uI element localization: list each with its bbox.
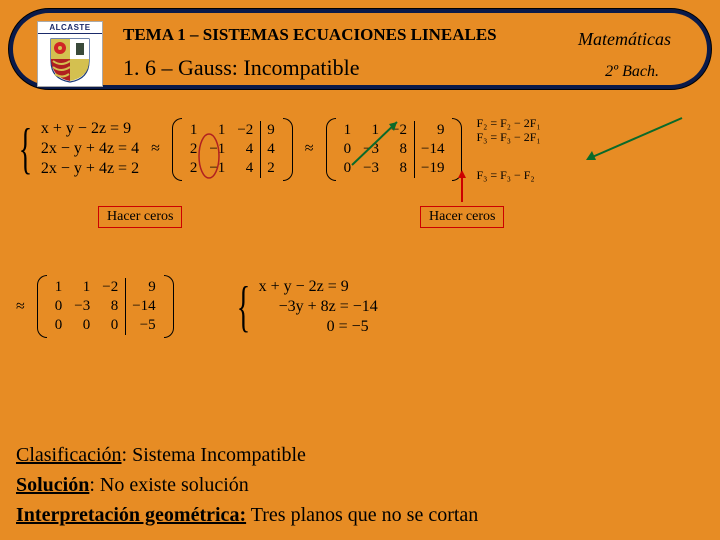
subject-label: Matemáticas bbox=[578, 29, 671, 50]
header-bar: ALCASTE TEMA 1 – SISTEMAS ECUAC bbox=[8, 8, 712, 90]
arrow-green-icon bbox=[572, 110, 692, 170]
row-operation-3: F₃ = F₃ − F₂ bbox=[476, 168, 540, 182]
eq-line: 2x − y + 4z = 4 bbox=[41, 139, 139, 159]
eq-line: 2x − y + 4z = 2 bbox=[41, 159, 139, 179]
eq-line: x + y − 2z = 9 bbox=[259, 277, 378, 297]
row-operations: F₂ = F₂ − 2F₁ F₃ = F₃ − 2F₁ bbox=[476, 116, 540, 144]
eq-line: x + y − 2z = 9 bbox=[41, 119, 139, 139]
eq-line: 0 = −5 bbox=[259, 317, 378, 337]
title-block: TEMA 1 – SISTEMAS ECUACIONES LINEALES 1.… bbox=[123, 25, 583, 81]
matrix-2: 100 1−3−3 −288 9−14−19 bbox=[326, 118, 463, 181]
left-brace-icon: { bbox=[236, 279, 249, 335]
approx-icon: ≈ bbox=[16, 298, 25, 316]
solution-label: Solución bbox=[16, 474, 89, 496]
left-brace-icon: { bbox=[19, 121, 32, 177]
classification-text: : Sistema Incompatible bbox=[122, 444, 306, 466]
geometry-label: Interpretación geométrica: bbox=[16, 504, 246, 526]
header-inner: ALCASTE TEMA 1 – SISTEMAS ECUAC bbox=[13, 13, 707, 85]
hacer-ceros-label: Hacer ceros bbox=[98, 206, 182, 228]
conclusion-block: Clasificación: Sistema Incompatible Solu… bbox=[16, 440, 478, 530]
school-logo: ALCASTE bbox=[37, 21, 103, 87]
eq-line: −3y + 8z = −14 bbox=[259, 297, 378, 317]
approx-icon: ≈ bbox=[305, 140, 314, 158]
hacer-ceros-label: Hacer ceros bbox=[420, 206, 504, 228]
logo-label: ALCASTE bbox=[38, 22, 102, 34]
matrix-3: 100 1−30 −280 9−14−5 bbox=[37, 275, 174, 338]
equation-system-1: x + y − 2z = 9 2x − y + 4z = 4 2x − y + … bbox=[41, 119, 139, 179]
matrix-1: 122 1−1−1 −244 942 bbox=[172, 118, 293, 181]
solution-text: : No existe solución bbox=[89, 474, 248, 496]
classification-label: Clasificación bbox=[16, 444, 122, 466]
section-subtitle: 1. 6 – Gauss: Incompatible bbox=[123, 55, 583, 81]
shield-icon bbox=[47, 37, 93, 83]
level-label: 2º Bach. bbox=[605, 63, 659, 81]
geometry-text: Tres planos que no se cortan bbox=[246, 504, 478, 526]
approx-icon: ≈ bbox=[151, 140, 160, 158]
equation-system-2: x + y − 2z = 9 −3y + 8z = −14 0 = −5 bbox=[259, 277, 378, 337]
topic-title: TEMA 1 – SISTEMAS ECUACIONES LINEALES bbox=[123, 25, 583, 45]
content-area: { x + y − 2z = 9 2x − y + 4z = 4 2x − y … bbox=[12, 110, 708, 530]
